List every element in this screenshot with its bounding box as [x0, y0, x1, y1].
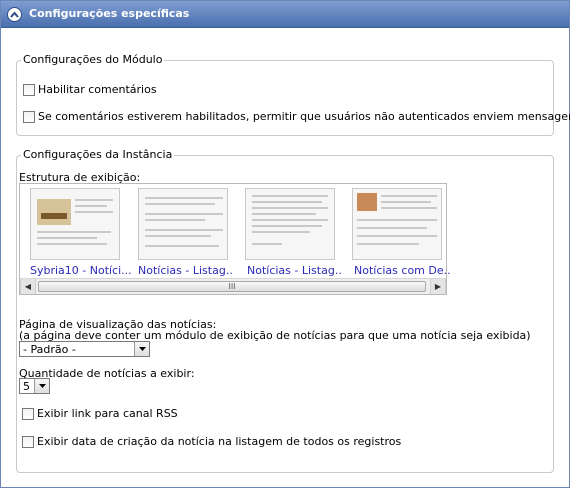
anonymous-comments-label: Se comentários estiverem habilitados, pe… [38, 110, 570, 123]
template-caption-1[interactable]: Sybria10 - Notíci... [30, 264, 132, 277]
anonymous-comments-row: Se comentários estiverem habilitados, pe… [23, 110, 570, 123]
creation-date-checkbox[interactable] [22, 435, 34, 448]
enable-comments-checkbox[interactable] [23, 83, 35, 96]
template-preview-icon[interactable] [30, 188, 120, 260]
template-caption-2[interactable]: Notícias - Listag.. [138, 264, 233, 277]
template-preview-icon[interactable] [138, 188, 228, 260]
horizontal-scrollbar[interactable]: ◀ III ▶ [20, 278, 446, 294]
template-preview-icon[interactable] [245, 188, 335, 260]
creation-date-label: Exibir data de criação da notícia na lis… [37, 435, 402, 448]
quantity-select[interactable]: 5 [19, 378, 50, 394]
panel-title: Configurações específicas [29, 7, 190, 20]
module-settings-legend: Configurações do Módulo [21, 53, 165, 66]
rss-link-row: Exibir link para canal RSS [22, 407, 178, 420]
specific-settings-panel: Configurações específicas Configurações … [0, 0, 570, 488]
chevron-down-icon[interactable] [34, 379, 49, 393]
collapse-chevron-up-icon[interactable] [7, 7, 22, 22]
enable-comments-label: Habilitar comentários [38, 83, 157, 96]
rss-link-label: Exibir link para canal RSS [37, 407, 178, 420]
scroll-right-arrow-icon[interactable]: ▶ [430, 279, 446, 294]
scrollbar-thumb[interactable]: III [38, 281, 426, 292]
scroll-left-arrow-icon[interactable]: ◀ [20, 279, 36, 294]
module-settings-fieldset: Configurações do Módulo Habilitar coment… [16, 53, 570, 136]
template-preview-icon[interactable] [352, 188, 442, 260]
template-caption-3[interactable]: Notícias - Listag.. [247, 264, 342, 277]
chevron-down-icon[interactable] [134, 342, 149, 356]
rss-link-checkbox[interactable] [22, 407, 34, 420]
view-page-select-value: - Padrão - [23, 342, 76, 356]
instance-settings-legend: Configurações da Instância [21, 148, 175, 161]
enable-comments-row: Habilitar comentários [23, 83, 157, 96]
template-caption-4[interactable]: Notícias com De.. [354, 264, 451, 277]
anonymous-comments-checkbox[interactable] [23, 110, 35, 123]
quantity-select-value: 5 [23, 379, 30, 393]
creation-date-row: Exibir data de criação da notícia na lis… [22, 435, 401, 448]
panel-header[interactable]: Configurações específicas [1, 1, 569, 28]
view-page-select[interactable]: - Padrão - [19, 341, 150, 357]
template-carousel: Sybria10 - Notíci... Notícias - Listag..… [19, 183, 451, 295]
